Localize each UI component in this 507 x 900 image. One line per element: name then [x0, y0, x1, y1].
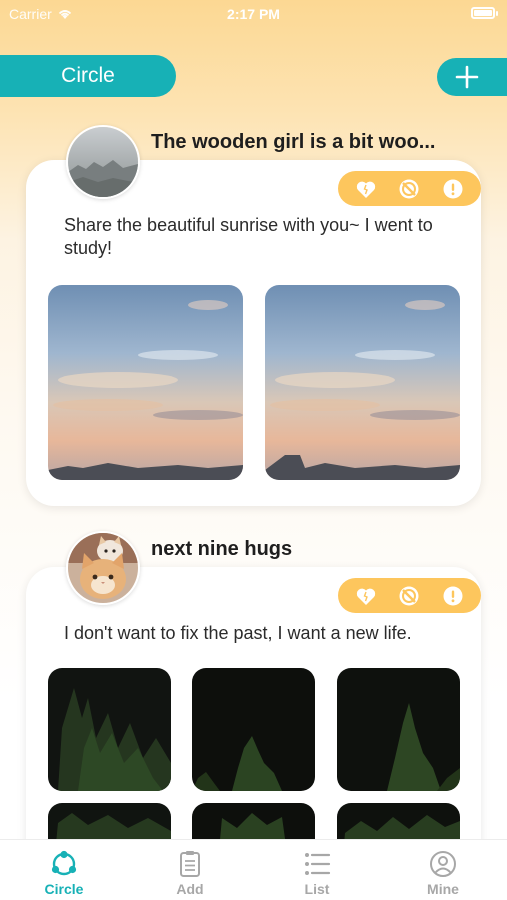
post-photo[interactable] [48, 285, 243, 480]
post-photo[interactable] [265, 285, 460, 480]
post-text: Share the beautiful sunrise with you~ I … [64, 215, 433, 258]
tab-list[interactable]: List [254, 840, 380, 900]
sunrise-sky-photo [265, 285, 460, 480]
tab-add[interactable]: Add [127, 840, 253, 900]
post-photo[interactable] [48, 668, 171, 791]
night-tree-photo [48, 668, 171, 791]
author-avatar[interactable] [66, 531, 140, 605]
heart-icon[interactable] [354, 584, 378, 608]
screen: Carrier 2:17 PM Circle Share the beautif… [0, 0, 507, 900]
night-tree-photo [337, 668, 460, 791]
night-tree-photo [192, 668, 315, 791]
report-icon[interactable] [441, 177, 465, 201]
status-time: 2:17 PM [227, 6, 280, 22]
sunrise-sky-photo [48, 285, 243, 480]
foggy-landscape-avatar [68, 127, 138, 197]
clipboard-icon [180, 851, 200, 877]
block-icon[interactable] [397, 584, 421, 608]
add-post-button[interactable] [437, 58, 507, 96]
tab-label: Add [176, 881, 204, 897]
report-icon[interactable] [441, 584, 465, 608]
tab-label: Mine [427, 881, 459, 897]
user-icon [430, 851, 456, 877]
author-name[interactable]: The wooden girl is a bit woo... [151, 131, 435, 154]
post-text: I don't want to fix the past, I want a n… [64, 623, 412, 643]
post-actions [338, 171, 481, 206]
tab-mine[interactable]: Mine [380, 840, 506, 900]
author-avatar[interactable] [66, 125, 140, 199]
battery-icon [471, 7, 498, 19]
author-name[interactable]: next nine hugs [151, 538, 292, 561]
heart-icon[interactable] [354, 177, 378, 201]
post-photo[interactable] [337, 668, 460, 791]
plus-icon [455, 65, 479, 89]
circle-button[interactable]: Circle [0, 55, 176, 97]
status-bar: Carrier 2:17 PM [0, 0, 507, 30]
block-icon[interactable] [397, 177, 421, 201]
list-icon [305, 853, 331, 875]
tab-circle[interactable]: Circle [1, 840, 127, 900]
post-actions [338, 578, 481, 613]
tab-label: List [304, 881, 330, 897]
post-photo[interactable] [192, 668, 315, 791]
tab-label: Circle [44, 881, 84, 897]
circle-network-icon [51, 850, 77, 876]
cats-avatar [68, 533, 138, 603]
tab-bar: Circle Add List Mine [0, 839, 507, 900]
